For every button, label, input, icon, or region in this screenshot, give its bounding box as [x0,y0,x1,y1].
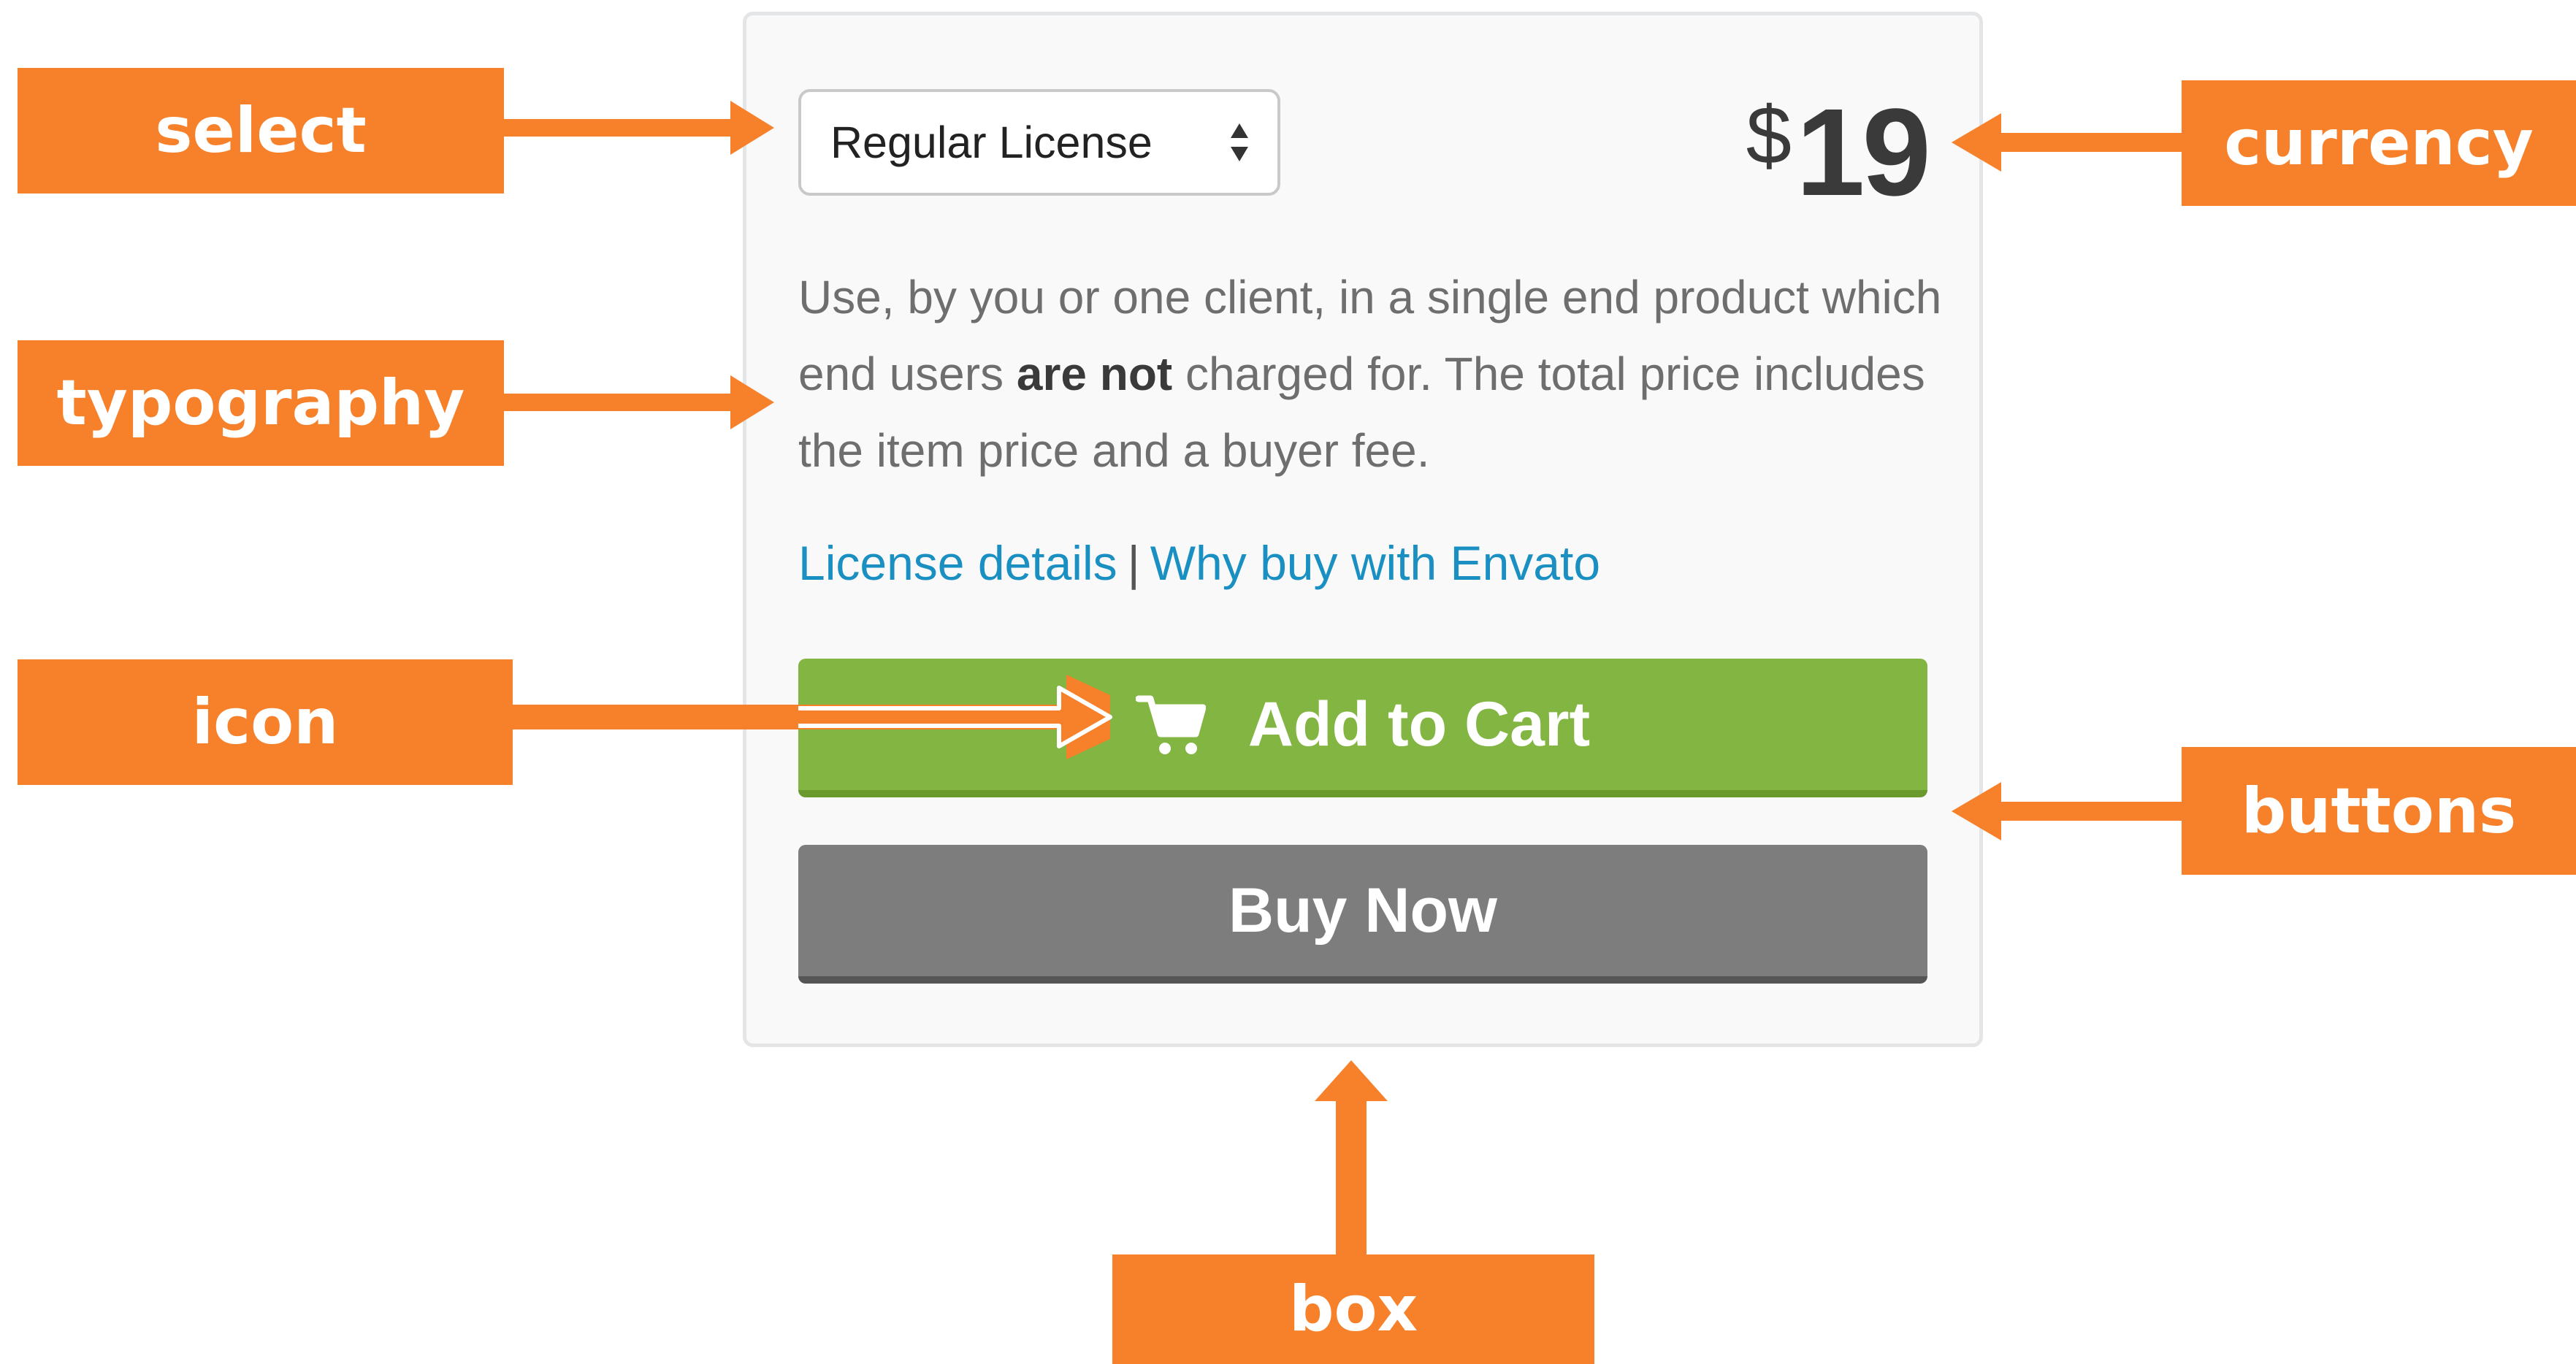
select-annotation: select [18,68,504,194]
box-annotation: box [1112,1254,1594,1364]
box-arrow [1315,1060,1388,1256]
select-arrow [504,101,774,155]
typography-arrow [504,375,774,429]
typography-annotation: typography [18,340,504,466]
buttons-annotation: buttons [2182,747,2576,875]
currency-arrow [1952,113,2184,172]
currency-annotation: currency [2182,80,2576,206]
icon-arrow [504,675,1112,759]
buttons-arrow [1952,782,2184,840]
icon-annotation: icon [18,659,513,785]
